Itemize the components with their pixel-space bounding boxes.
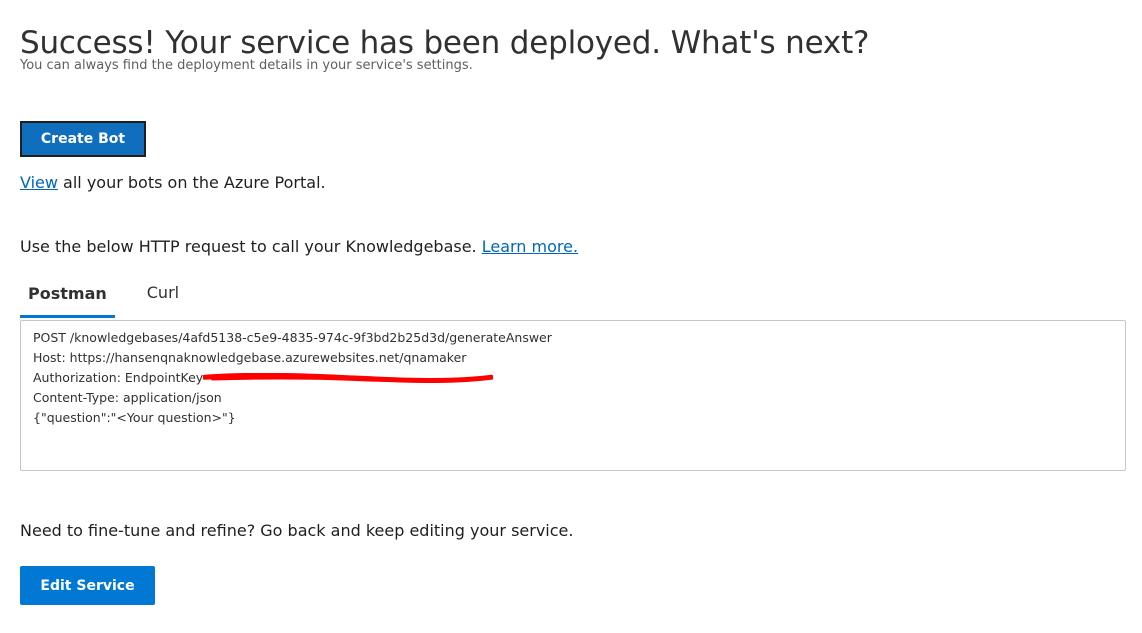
code-line-body: {"question":"<Your question>"} <box>33 410 236 425</box>
code-line-post: POST /knowledgebases/4afd5138-c5e9-4835-… <box>33 330 552 345</box>
request-format-tabs: Postman Curl <box>20 270 179 318</box>
http-request-intro: Use the below HTTP request to call your … <box>20 237 578 256</box>
http-request-code-box[interactable]: POST /knowledgebases/4afd5138-c5e9-4835-… <box>20 320 1126 471</box>
finetune-text: Need to fine-tune and refine? Go back an… <box>20 521 574 540</box>
authorization-label: Authorization: EndpointKey <box>33 370 204 385</box>
redaction-scribble <box>203 373 493 383</box>
code-line-host: Host: https://hansenqnaknowledgebase.azu… <box>33 350 467 365</box>
tab-curl[interactable]: Curl <box>147 270 179 316</box>
code-line-content-type: Content-Type: application/json <box>33 390 222 405</box>
create-bot-button[interactable]: Create Bot <box>20 121 146 157</box>
http-intro-text: Use the below HTTP request to call your … <box>20 237 482 256</box>
page-title: Success! Your service has been deployed.… <box>20 24 870 61</box>
view-bots-line: View all your bots on the Azure Portal. <box>20 173 326 192</box>
tab-postman[interactable]: Postman <box>20 270 115 318</box>
view-bots-text: all your bots on the Azure Portal. <box>57 173 326 192</box>
code-line-authorization: Authorization: EndpointKey <box>33 368 1113 388</box>
edit-service-button[interactable]: Edit Service <box>20 566 155 605</box>
learn-more-link[interactable]: Learn more. <box>482 237 578 256</box>
page-subtitle: You can always find the deployment detai… <box>20 58 473 73</box>
view-bots-link[interactable]: View <box>20 173 58 192</box>
